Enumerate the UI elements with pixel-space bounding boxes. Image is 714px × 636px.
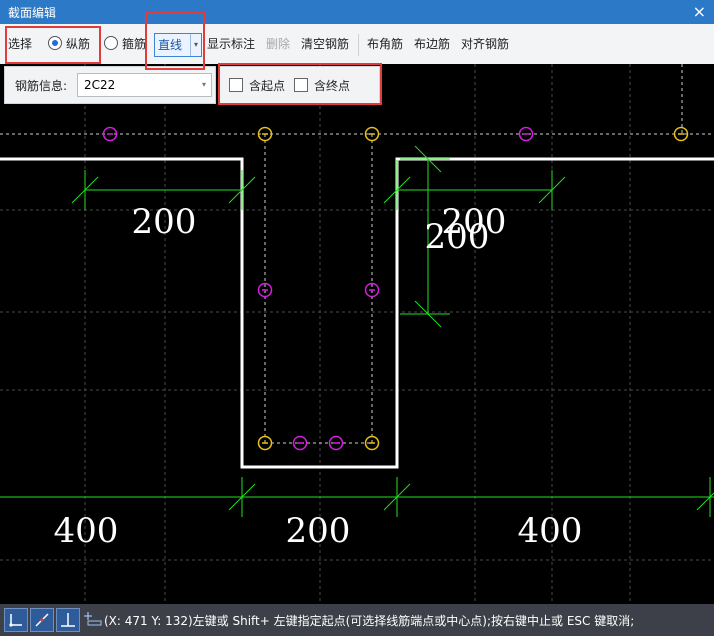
select-button[interactable]: 选择 — [8, 24, 32, 64]
dim-bottom-right: 400 — [518, 511, 583, 551]
longitudinal-radio[interactable]: 纵筋 — [48, 24, 90, 64]
corner-rebar-button[interactable]: 布角筋 — [367, 24, 403, 64]
rebar-info-panel: 钢筋信息: 2C22 ▾ — [4, 66, 216, 104]
window-title: 截面编辑 — [8, 6, 57, 20]
align-rebar-button[interactable]: 对齐钢筋 — [461, 24, 509, 64]
radio-unchecked-icon — [104, 36, 118, 50]
checkbox-icon — [229, 78, 243, 92]
corner-rebar — [257, 435, 273, 451]
snap-angle-icon[interactable] — [30, 608, 54, 632]
dimension-lines — [0, 145, 714, 517]
stirrup-label: 箍筋 — [122, 37, 147, 51]
rebar-info-value: 2C22 — [84, 78, 116, 92]
dim-left-flange: 200 — [132, 202, 197, 242]
stirrup-radio[interactable]: 箍筋 — [104, 24, 146, 64]
rebar-guide-lines — [0, 64, 714, 444]
delete-button[interactable]: 删除 — [266, 24, 290, 64]
checkbox-icon — [294, 78, 308, 92]
include-end-checkbox[interactable]: 含终点 — [294, 77, 350, 94]
radio-checked-icon — [48, 36, 62, 50]
section-outline — [0, 157, 714, 469]
section-drawing: 200 200 200 400 200 400 — [0, 64, 714, 604]
include-start-label: 含起点 — [249, 79, 286, 93]
coordinate-icon — [82, 611, 102, 630]
dim-bottom-left: 400 — [54, 511, 119, 551]
edge-rebar-button[interactable]: 布边筋 — [414, 24, 450, 64]
title-bar: 截面编辑 × — [0, 0, 714, 24]
snap-orthogonal-icon[interactable] — [4, 608, 28, 632]
chevron-down-icon: ▾ — [190, 34, 201, 56]
close-icon[interactable]: × — [693, 2, 706, 21]
dim-right-vertical: 200 — [425, 217, 490, 257]
rebar-info-select[interactable]: 2C22 ▾ — [77, 73, 212, 97]
draw-mode-dropdown[interactable]: 直线 ▾ — [154, 33, 202, 57]
longitudinal-label: 纵筋 — [66, 37, 91, 51]
rebar-info-label: 钢筋信息: — [15, 79, 68, 93]
status-text: (X: 471 Y: 132)左键或 Shift+ 左键指定起点(可选择线筋端点… — [104, 614, 635, 628]
dim-bottom-mid: 200 — [286, 511, 351, 551]
show-dimension-button[interactable]: 显示标注 — [207, 24, 255, 64]
drawing-canvas[interactable]: 200 200 200 400 200 400 — [0, 64, 714, 604]
include-end-label: 含终点 — [314, 79, 351, 93]
point-options-panel: 含起点 含终点 — [218, 66, 380, 104]
clear-rebar-button[interactable]: 清空钢筋 — [301, 24, 349, 64]
toolbar-divider — [358, 34, 359, 56]
snap-axis-icon[interactable] — [56, 608, 80, 632]
include-start-checkbox[interactable]: 含起点 — [229, 77, 285, 94]
chevron-down-icon: ▾ — [201, 80, 206, 89]
status-bar: (X: 471 Y: 132)左键或 Shift+ 左键指定起点(可选择线筋端点… — [0, 604, 714, 636]
draw-mode-value: 直线 — [158, 38, 183, 52]
